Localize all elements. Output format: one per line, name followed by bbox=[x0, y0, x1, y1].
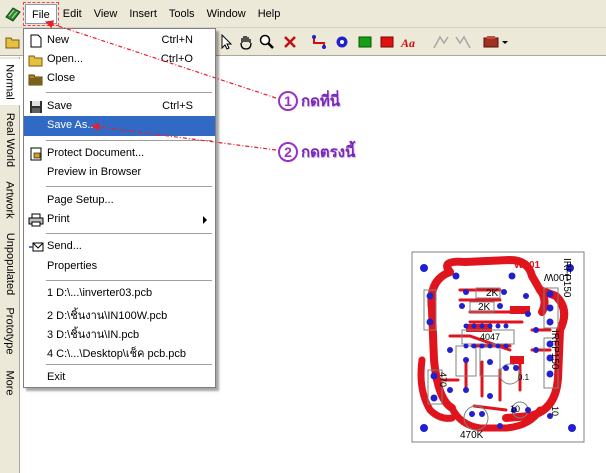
trace-icon[interactable] bbox=[309, 33, 329, 51]
pan-hand-icon[interactable] bbox=[236, 33, 256, 51]
menu-item-recent-file[interactable]: 1 D:\...\inverter03.pcb bbox=[24, 284, 215, 304]
green-fill-icon[interactable] bbox=[355, 33, 375, 51]
pcb-label-r1: 2K bbox=[486, 288, 499, 299]
new-document-icon bbox=[28, 33, 44, 49]
menu-file[interactable]: File bbox=[23, 1, 59, 26]
protect-document-icon bbox=[28, 146, 44, 162]
pcb-label-r6: 10 bbox=[550, 406, 560, 416]
text-icon[interactable]: Aa bbox=[400, 33, 420, 51]
svg-text:Aa: Aa bbox=[400, 36, 415, 49]
view-tab-strip: Normal Real World Artwork Unpopulated Pr… bbox=[0, 57, 20, 473]
menu-item-recent-file[interactable]: 3 D:\ชิ้นงาน\IN.pcb bbox=[24, 322, 215, 342]
close-folder-icon bbox=[28, 71, 44, 87]
menu-item-print[interactable]: Print bbox=[24, 210, 215, 230]
menu-item-send[interactable]: Send... bbox=[24, 237, 215, 257]
delete-icon[interactable] bbox=[280, 33, 300, 51]
menu-window[interactable]: Window bbox=[201, 4, 252, 24]
pcb-label-q2: IRFP150 bbox=[549, 330, 560, 370]
menu-item-close[interactable]: Close bbox=[24, 69, 215, 89]
pcb-label-r5: 10 bbox=[510, 404, 520, 414]
align-right-icon[interactable] bbox=[453, 33, 473, 51]
menu-item-preview-in-browser[interactable]: Preview in Browser bbox=[24, 163, 215, 183]
menu-view[interactable]: View bbox=[88, 4, 124, 24]
menu-item-page-setup[interactable]: Page Setup... bbox=[24, 191, 215, 211]
tab-normal[interactable]: Normal bbox=[0, 59, 20, 105]
menu-tools[interactable]: Tools bbox=[163, 4, 201, 24]
menu-item-save[interactable]: Save Ctrl+S bbox=[24, 97, 215, 117]
menu-insert[interactable]: Insert bbox=[123, 4, 163, 24]
pcb-label-r7: 0.1 bbox=[518, 373, 530, 382]
pcb-label-title: W001 bbox=[514, 260, 541, 271]
app-logo-icon bbox=[3, 4, 23, 24]
menu-item-save-as[interactable]: Save As... bbox=[24, 116, 215, 136]
align-left-icon[interactable] bbox=[431, 33, 451, 51]
pcb-label-c1: 4047 bbox=[480, 332, 500, 342]
menu-item-recent-file[interactable]: 4 C:\...\Desktop\เช็ค pcb.pcb bbox=[24, 341, 215, 361]
tab-unpopulated[interactable]: Unpopulated bbox=[0, 227, 20, 301]
menu-separator bbox=[46, 140, 212, 141]
pointer-icon[interactable] bbox=[216, 33, 236, 51]
menu-separator bbox=[46, 280, 212, 281]
menu-bar: File Edit View Insert Tools Window Help bbox=[0, 0, 606, 28]
pad-icon[interactable] bbox=[332, 33, 352, 51]
menu-separator bbox=[46, 233, 212, 234]
pcb-label-r3: 470 bbox=[438, 372, 448, 387]
app-window: File Edit View Insert Tools Window Help bbox=[0, 0, 606, 473]
pcb-layout[interactable]: W001 100W 2K 2K 4047 IRFP150 IRFP150 470… bbox=[410, 250, 586, 445]
menu-edit[interactable]: Edit bbox=[57, 4, 88, 24]
pcb-label-r2: 2K bbox=[478, 302, 491, 313]
menu-separator bbox=[46, 92, 212, 93]
menu-item-properties[interactable]: Properties bbox=[24, 257, 215, 277]
pcb-label-r4: 470K bbox=[460, 430, 484, 441]
component-library-icon[interactable] bbox=[482, 33, 510, 51]
printer-icon bbox=[28, 212, 44, 228]
menu-help[interactable]: Help bbox=[252, 4, 287, 24]
zoom-icon[interactable] bbox=[257, 33, 277, 51]
send-icon bbox=[28, 239, 44, 255]
open-folder-icon[interactable] bbox=[3, 33, 23, 51]
menu-item-protect-document[interactable]: Protect Document... bbox=[24, 144, 215, 164]
tab-more[interactable]: More bbox=[0, 363, 20, 403]
submenu-arrow-icon bbox=[203, 216, 207, 224]
menu-separator bbox=[46, 186, 212, 187]
tab-prototype[interactable]: Prototype bbox=[0, 303, 20, 359]
menu-item-exit[interactable]: Exit bbox=[24, 368, 215, 388]
pcb-label-q1: IRFP150 bbox=[561, 258, 572, 298]
tab-real-world[interactable]: Real World bbox=[0, 107, 20, 173]
file-menu-dropdown: New Ctrl+N Open... Ctrl+O Close Save Ctrl+S… bbox=[23, 28, 216, 388]
red-fill-icon[interactable] bbox=[377, 33, 397, 51]
menu-item-new[interactable]: New Ctrl+N bbox=[24, 31, 215, 51]
tab-artwork[interactable]: Artwork bbox=[0, 175, 20, 225]
menu-item-open[interactable]: Open... Ctrl+O bbox=[24, 50, 215, 70]
annotation-step-1: 1 กดที่นี่ bbox=[278, 89, 340, 113]
save-disk-icon bbox=[28, 99, 44, 115]
menu-separator bbox=[46, 364, 212, 365]
annotation-step-2: 2 กดตรงนี้ bbox=[278, 140, 355, 164]
open-folder-icon bbox=[28, 52, 44, 68]
menu-item-recent-file[interactable]: 2 D:\ชิ้นงาน\IN100W.pcb bbox=[24, 303, 215, 323]
